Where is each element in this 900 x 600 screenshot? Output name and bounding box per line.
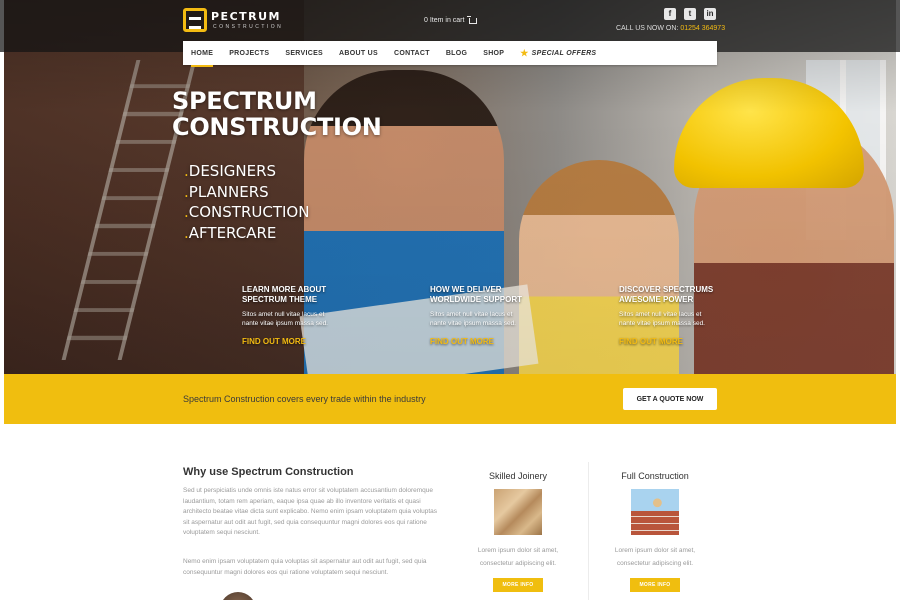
facebook-icon[interactable]: f <box>664 8 676 20</box>
logo-icon <box>183 8 207 32</box>
avatar <box>220 592 256 600</box>
phone-info: CALL US NOW ON: 01254 364973 <box>616 25 725 32</box>
phone-number[interactable]: 01254 364973 <box>680 25 725 32</box>
site-logo[interactable]: PECTRUM CONSTRUCTION <box>183 8 283 32</box>
why-paragraph: Sed ut perspiciatis unde omnis iste natu… <box>183 487 438 536</box>
service-title: Full Construction <box>621 471 689 481</box>
service-image <box>631 489 679 535</box>
logo-subtitle: CONSTRUCTION <box>213 23 284 30</box>
why-title: Why use Spectrum Construction <box>183 466 354 478</box>
feature-worldwide-support: HOW WE DELIVER WORLDWIDE SUPPORT Sitos am… <box>430 285 545 346</box>
star-icon: ★ <box>520 47 529 58</box>
hero-list-item: .AFTERCARE <box>184 223 277 242</box>
twitter-icon[interactable]: t <box>684 8 696 20</box>
divider <box>588 462 589 600</box>
linkedin-icon[interactable]: in <box>704 8 716 20</box>
service-skilled-joinery: Skilled Joinery Lorem ipsum dolor sit am… <box>458 471 578 592</box>
feature-learn-more: LEARN MORE ABOUT SPECTRUM THEME Sitos ame… <box>242 285 357 346</box>
feature-text: Sitos amet null vitae lacus et nante vita… <box>242 311 328 327</box>
hero-title-line2: CONSTRUCTION <box>172 113 382 141</box>
feature-text: Sitos amet null vitae lacus et nante vita… <box>430 311 516 327</box>
get-quote-button[interactable]: GET A QUOTE NOW <box>623 388 717 410</box>
nav-contact[interactable]: CONTACT <box>386 41 438 65</box>
nav-blog[interactable]: BLOG <box>438 41 475 65</box>
cart-text: 0 Item in cart <box>424 17 465 24</box>
nav-shop[interactable]: SHOP <box>475 41 512 65</box>
feature-awesome-power: DISCOVER SPECTRUMS AWESOME POWER Sitos am… <box>619 285 734 346</box>
nav-home[interactable]: HOME <box>183 41 221 67</box>
cta-band <box>4 374 896 424</box>
feature-title: DISCOVER SPECTRUMS AWESOME POWER <box>619 285 714 304</box>
nav-special-offers-label: SPECIAL OFFERS <box>531 49 597 57</box>
more-info-button[interactable]: MORE INFO <box>630 578 680 592</box>
why-paragraph: Nemo enim ipsam voluptatem quia voluptas… <box>183 558 427 576</box>
feature-title: LEARN MORE ABOUT SPECTRUM THEME <box>242 285 327 304</box>
hero-title: SPECTRUM CONSTRUCTION <box>172 88 382 140</box>
hero-list-item: .DESIGNERS <box>184 162 277 180</box>
nav-services[interactable]: SERVICES <box>277 41 331 65</box>
phone-label: CALL US NOW ON: <box>616 25 679 32</box>
service-full-construction: Full Construction Lorem ipsum dolor sit … <box>595 471 715 592</box>
hero-list-item: .CONSTRUCTION <box>184 203 310 221</box>
service-text: Lorem ipsum dolor sit amet, consectetur a… <box>614 547 696 567</box>
cart-icon <box>467 15 478 24</box>
find-out-more-link[interactable]: FIND OUT MORE <box>619 337 734 346</box>
cta-text: Spectrum Construction covers every trade… <box>183 394 426 404</box>
nav-about-us[interactable]: ABOUT US <box>331 41 386 65</box>
hero-list-item: .PLANNERS <box>184 182 269 201</box>
main-nav: HOME PROJECTS SERVICES ABOUT US CONTACT … <box>183 41 717 67</box>
find-out-more-link[interactable]: FIND OUT MORE <box>430 337 545 346</box>
service-image <box>494 489 542 535</box>
hero-service-list: .DESIGNERS .PLANNERS .CONSTRUCTION .AFTE… <box>184 161 309 243</box>
feature-text: Sitos amet null vitae lacus et nante vita… <box>619 311 705 327</box>
cart-link[interactable]: 0 Item in cart <box>424 15 478 24</box>
nav-projects[interactable]: PROJECTS <box>221 41 277 65</box>
feature-title: HOW WE DELIVER WORLDWIDE SUPPORT <box>430 285 522 304</box>
service-text: Lorem ipsum dolor sit amet, consectetur a… <box>477 547 559 567</box>
social-links: f t in <box>664 8 716 20</box>
hero-title-line1: SPECTRUM <box>172 87 317 115</box>
find-out-more-link[interactable]: FIND OUT MORE <box>242 337 357 346</box>
more-info-button[interactable]: MORE INFO <box>493 578 543 592</box>
nav-special-offers[interactable]: ★ SPECIAL OFFERS <box>512 41 604 65</box>
service-title: Skilled Joinery <box>488 471 548 481</box>
logo-name: PECTRUM <box>211 9 282 23</box>
